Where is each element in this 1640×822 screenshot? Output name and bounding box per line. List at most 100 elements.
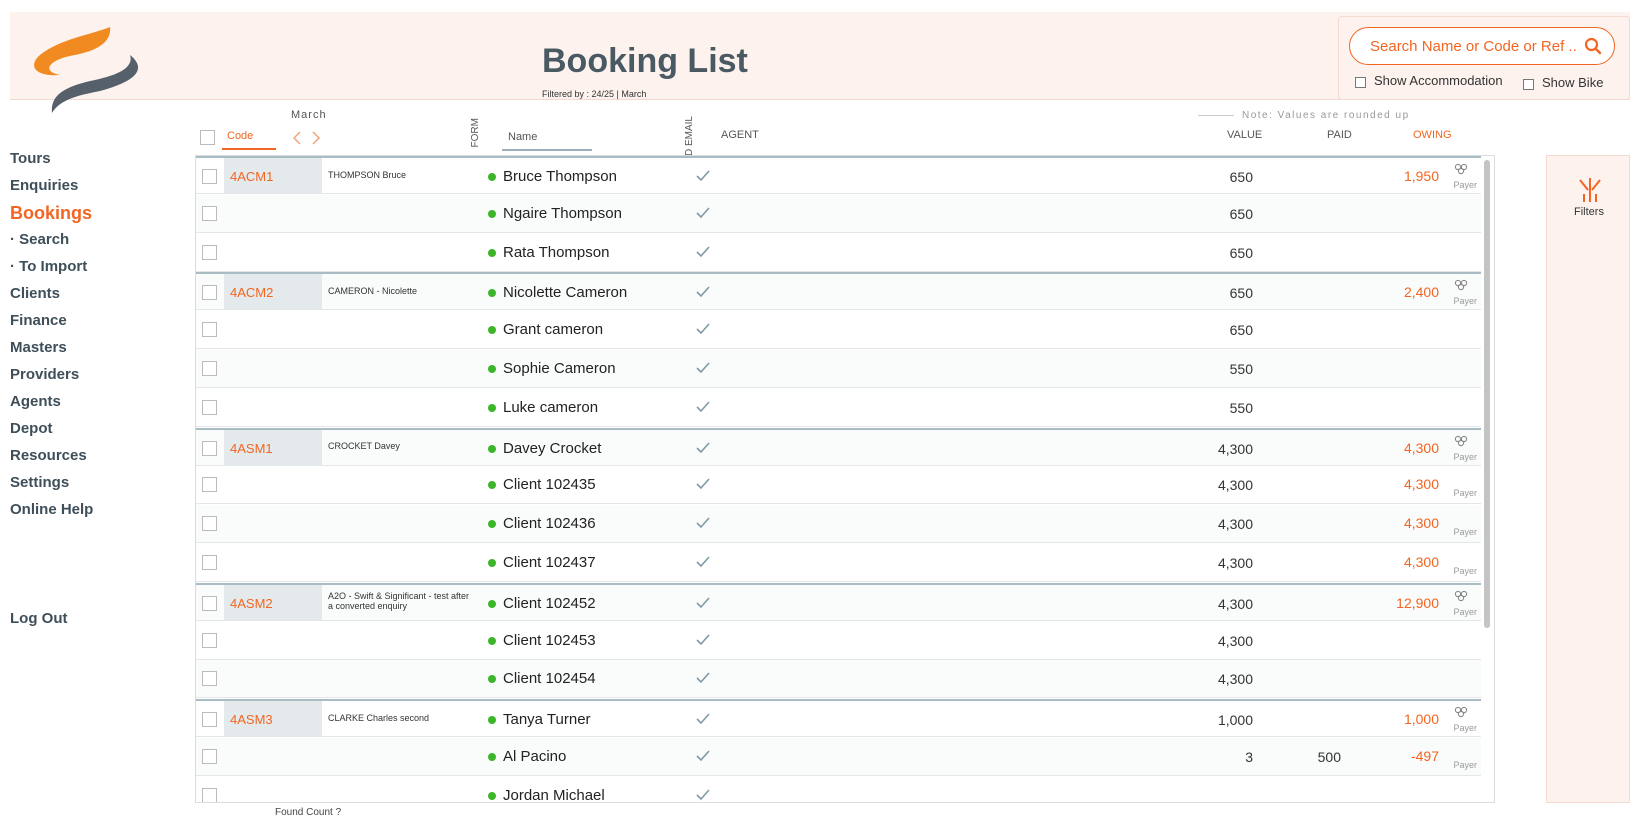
- nav-item-clients[interactable]: Clients: [10, 285, 60, 302]
- client-name[interactable]: Luke cameron: [503, 399, 598, 416]
- nav-item-providers[interactable]: Providers: [10, 366, 79, 383]
- table-row[interactable]: 4ACM2 CAMERON - Nicolette Nicolette Camero…: [196, 272, 1481, 311]
- status-dot-icon: [488, 326, 496, 335]
- name-filter-input[interactable]: Name: [502, 127, 592, 151]
- client-name[interactable]: Ngaire Thompson: [503, 205, 622, 222]
- show-accommodation-checkbox[interactable]: [1355, 77, 1366, 88]
- table-row[interactable]: Client 102435 4,300 4,300 Payer: [196, 466, 1481, 505]
- group-payer-icon[interactable]: [1453, 706, 1469, 720]
- client-name[interactable]: Al Pacino: [503, 748, 566, 765]
- found-count[interactable]: Found Count ?: [275, 807, 341, 818]
- search-input[interactable]: [1368, 37, 1578, 56]
- form-column-header: FORM: [470, 118, 481, 148]
- table-row[interactable]: 4ASM2 A2O - Swift & Significant - test af…: [196, 582, 1481, 621]
- table-row[interactable]: Ngaire Thompson 650: [196, 194, 1481, 233]
- nav-item-search[interactable]: · Search: [10, 231, 69, 248]
- filters-panel[interactable]: Filters: [1546, 155, 1630, 803]
- booking-code[interactable]: 4ACM2: [224, 274, 322, 310]
- row-checkbox[interactable]: [202, 595, 217, 611]
- nav-item-masters[interactable]: Masters: [10, 339, 67, 356]
- nav-item-to-import[interactable]: · To Import: [10, 258, 87, 275]
- row-checkbox[interactable]: [202, 516, 217, 532]
- group-payer-icon[interactable]: [1453, 279, 1469, 293]
- client-name[interactable]: Client 102437: [503, 554, 596, 571]
- search-panel: Show Accommodation Show Bike: [1338, 16, 1630, 100]
- booking-code[interactable]: 4ASM3: [224, 701, 322, 737]
- group-payer-icon[interactable]: [1453, 435, 1469, 449]
- client-name[interactable]: Client 102452: [503, 595, 596, 612]
- logout-link[interactable]: Log Out: [10, 610, 67, 627]
- table-row[interactable]: Client 102436 4,300 4,300 Payer: [196, 505, 1481, 544]
- row-checkbox[interactable]: [202, 399, 217, 415]
- row-checkbox[interactable]: [202, 361, 217, 376]
- booking-reference: CLARKE Charles second: [328, 712, 430, 723]
- client-name[interactable]: Client 102435: [503, 476, 596, 493]
- table-row[interactable]: Grant cameron 650: [196, 311, 1481, 350]
- table-row[interactable]: Luke cameron 550: [196, 388, 1481, 427]
- group-payer-icon[interactable]: [1453, 590, 1469, 604]
- row-checkbox[interactable]: [202, 244, 217, 260]
- filters-icon[interactable]: [1576, 176, 1604, 204]
- code-column-header[interactable]: Code: [222, 126, 276, 150]
- select-all-checkbox[interactable]: [200, 130, 215, 145]
- payer-label: Payer: [1453, 606, 1477, 617]
- row-checkbox[interactable]: [202, 477, 217, 493]
- row-checkbox[interactable]: [202, 169, 217, 184]
- client-name[interactable]: Bruce Thompson: [503, 168, 617, 185]
- table-row[interactable]: Client 102437 4,300 4,300 Payer: [196, 544, 1481, 582]
- client-name[interactable]: Tanya Turner: [503, 711, 591, 728]
- show-accommodation-toggle[interactable]: Show Accommodation: [1355, 73, 1503, 88]
- row-checkbox[interactable]: [202, 322, 217, 338]
- client-name[interactable]: Rata Thompson: [503, 244, 609, 261]
- table-row[interactable]: 4ACM1 THOMPSON Bruce Bruce Thompson 650 1,95…: [196, 156, 1481, 194]
- valid-email-check-icon: [696, 634, 710, 645]
- nav-item-bookings[interactable]: Bookings: [10, 203, 92, 224]
- search-box[interactable]: [1349, 27, 1615, 65]
- table-row[interactable]: Al Pacino 3 500 -497 Payer: [196, 738, 1481, 776]
- table-row[interactable]: Rata Thompson 650: [196, 233, 1481, 272]
- nav-item-online-help[interactable]: Online Help: [10, 501, 93, 518]
- nav-item-settings[interactable]: Settings: [10, 474, 69, 491]
- table-row[interactable]: 4ASM3 CLARKE Charles second Tanya Turner 1,…: [196, 699, 1481, 738]
- row-checkbox[interactable]: [202, 440, 217, 456]
- client-name[interactable]: Client 102436: [503, 515, 596, 532]
- table-row[interactable]: 4ASM1 CROCKET Davey Davey Crocket 4,300 4,30…: [196, 427, 1481, 466]
- row-checkbox[interactable]: [202, 787, 217, 802]
- booking-code[interactable]: 4ASM2: [224, 584, 322, 620]
- nav-item-finance[interactable]: Finance: [10, 312, 67, 329]
- row-checkbox[interactable]: [202, 671, 217, 687]
- show-bike-toggle[interactable]: Show Bike: [1523, 75, 1603, 90]
- table-row[interactable]: Client 102453 4,300: [196, 621, 1481, 660]
- nav-item-enquiries[interactable]: Enquiries: [10, 177, 78, 194]
- client-name[interactable]: Client 102453: [503, 632, 596, 649]
- table-scrollbar[interactable]: [1484, 160, 1490, 628]
- table-row[interactable]: Sophie Cameron 550: [196, 350, 1481, 388]
- booking-code[interactable]: 4ACM1: [224, 158, 322, 193]
- row-checkbox[interactable]: [202, 555, 217, 570]
- row-checkbox[interactable]: [202, 749, 217, 764]
- nav-item-agents[interactable]: Agents: [10, 393, 61, 410]
- client-name[interactable]: Nicolette Cameron: [503, 284, 627, 301]
- client-name[interactable]: Client 102454: [503, 670, 596, 687]
- row-checkbox[interactable]: [202, 205, 217, 221]
- booking-table: 4ACM1 THOMPSON Bruce Bruce Thompson 650 1,95…: [195, 155, 1495, 803]
- status-dot-icon: [488, 365, 496, 373]
- show-bike-checkbox[interactable]: [1523, 79, 1534, 90]
- booking-code[interactable]: 4ASM1: [224, 429, 322, 465]
- group-payer-icon[interactable]: [1453, 163, 1469, 177]
- nav-item-tours[interactable]: Tours: [10, 150, 51, 167]
- client-name[interactable]: Sophie Cameron: [503, 360, 616, 377]
- next-month-icon[interactable]: [311, 131, 321, 145]
- client-name[interactable]: Jordan Michael: [503, 787, 605, 802]
- search-icon[interactable]: [1584, 37, 1602, 55]
- row-checkbox[interactable]: [202, 632, 217, 648]
- nav-item-resources[interactable]: Resources: [10, 447, 87, 464]
- table-row[interactable]: Client 102454 4,300: [196, 660, 1481, 699]
- row-checkbox[interactable]: [202, 712, 217, 728]
- client-name[interactable]: Grant cameron: [503, 321, 603, 338]
- client-name[interactable]: Davey Crocket: [503, 440, 601, 457]
- row-checkbox[interactable]: [202, 285, 217, 301]
- prev-month-icon[interactable]: [292, 131, 302, 145]
- nav-item-depot[interactable]: Depot: [10, 420, 53, 437]
- table-row[interactable]: Jordan Michael: [196, 776, 1481, 802]
